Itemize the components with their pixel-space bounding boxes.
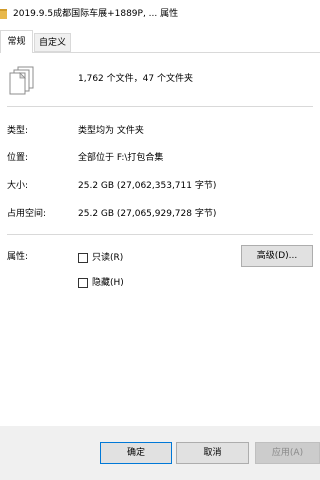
- tab-custom[interactable]: 自定义: [34, 33, 71, 52]
- advanced-button[interactable]: 高级(D)...: [241, 245, 313, 267]
- size-value: 25.2 GB (27,062,353,711 字节): [78, 181, 217, 191]
- readonly-label: 只读(R): [92, 253, 124, 263]
- tab-general[interactable]: 常规: [0, 30, 33, 53]
- contents-summary: 1,762 个文件，47 个文件夹: [78, 74, 193, 84]
- hidden-checkbox[interactable]: [78, 278, 88, 288]
- general-panel: [0, 52, 320, 427]
- size-label: 大小:: [7, 181, 29, 191]
- files-stack-icon: [9, 66, 35, 96]
- size-on-disk-value: 25.2 GB (27,065,929,728 字节): [78, 209, 217, 219]
- size-on-disk-label: 占用空间:: [7, 209, 47, 219]
- location-label: 位置:: [7, 153, 29, 163]
- separator: [7, 234, 313, 235]
- folder-icon: [0, 7, 7, 21]
- type-label: 类型:: [7, 126, 29, 136]
- type-value: 类型均为 文件夹: [78, 126, 144, 136]
- window-title: 2019.9.5成都国际车展+1889P, ... 属性: [13, 9, 179, 19]
- apply-button[interactable]: 应用(A): [255, 442, 320, 464]
- title-bar[interactable]: 2019.9.5成都国际车展+1889P, ... 属性: [0, 0, 320, 28]
- readonly-option[interactable]: 只读(R): [78, 252, 123, 264]
- cancel-button[interactable]: 取消: [176, 442, 249, 464]
- tab-strip: 常规 自定义: [0, 30, 320, 53]
- separator: [7, 106, 313, 107]
- hidden-label: 隐藏(H): [92, 278, 124, 288]
- hidden-option[interactable]: 隐藏(H): [78, 277, 124, 289]
- ok-button[interactable]: 确定: [100, 442, 172, 464]
- location-value: 全部位于 F:\打包合集: [78, 153, 164, 163]
- readonly-checkbox[interactable]: [78, 253, 88, 263]
- attributes-label: 属性:: [7, 252, 29, 262]
- properties-dialog: 2019.9.5成都国际车展+1889P, ... 属性 常规 自定义 1,76…: [0, 0, 320, 480]
